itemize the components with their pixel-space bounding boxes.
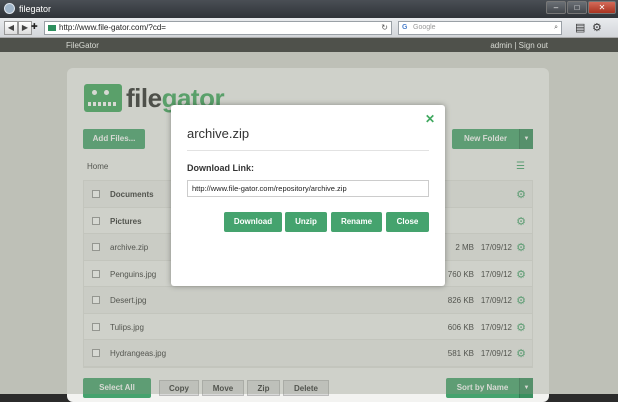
address-bar[interactable]: ✚ http://www.file-gator.com/?cd= ↻	[31, 21, 392, 35]
site-favicon-icon	[48, 25, 56, 31]
modal-title: archive.zip	[187, 126, 250, 141]
search-bar[interactable]: G Google ⌕	[398, 21, 562, 35]
download-link-label: Download Link:	[187, 163, 254, 173]
close-window-button[interactable]: ✕	[588, 1, 616, 14]
add-bookmark-icon[interactable]: ✚	[31, 21, 38, 33]
maximize-button[interactable]: □	[567, 1, 587, 14]
window-title: filegator	[19, 4, 52, 14]
unzip-button[interactable]: Unzip	[285, 212, 327, 232]
search-icon[interactable]: ⌕	[554, 22, 558, 34]
back-button[interactable]: ◀	[4, 21, 18, 35]
search-engine-icon[interactable]: G	[402, 22, 407, 34]
window-controls: ‒ □ ✕	[546, 1, 616, 14]
minimize-button[interactable]: ‒	[546, 1, 566, 14]
url-text: http://www.file-gator.com/?cd=	[59, 23, 166, 32]
browser-toolbar: ◀ ▶ ✚ http://www.file-gator.com/?cd= ↻ G…	[0, 18, 618, 38]
close-button[interactable]: Close	[386, 212, 429, 232]
file-action-modal: archive.zip ✕ Download Link: http://www.…	[171, 105, 445, 286]
browser-icon	[4, 3, 15, 14]
modal-divider	[187, 150, 429, 151]
search-placeholder: Google	[413, 24, 436, 31]
download-link-field[interactable]: http://www.file-gator.com/repository/arc…	[187, 180, 429, 197]
reload-icon[interactable]: ↻	[381, 22, 388, 34]
close-icon[interactable]: ✕	[425, 112, 435, 126]
window-titlebar: filegator ‒ □ ✕	[0, 0, 618, 18]
download-button[interactable]: Download	[224, 212, 282, 232]
settings-gear-icon[interactable]: ⚙	[592, 21, 602, 34]
forward-button[interactable]: ▶	[18, 21, 32, 35]
page-menu-icon[interactable]: ▤	[575, 21, 585, 34]
rename-button[interactable]: Rename	[331, 212, 382, 232]
page: FileGator admin | Sign out filegator Add…	[0, 38, 618, 402]
